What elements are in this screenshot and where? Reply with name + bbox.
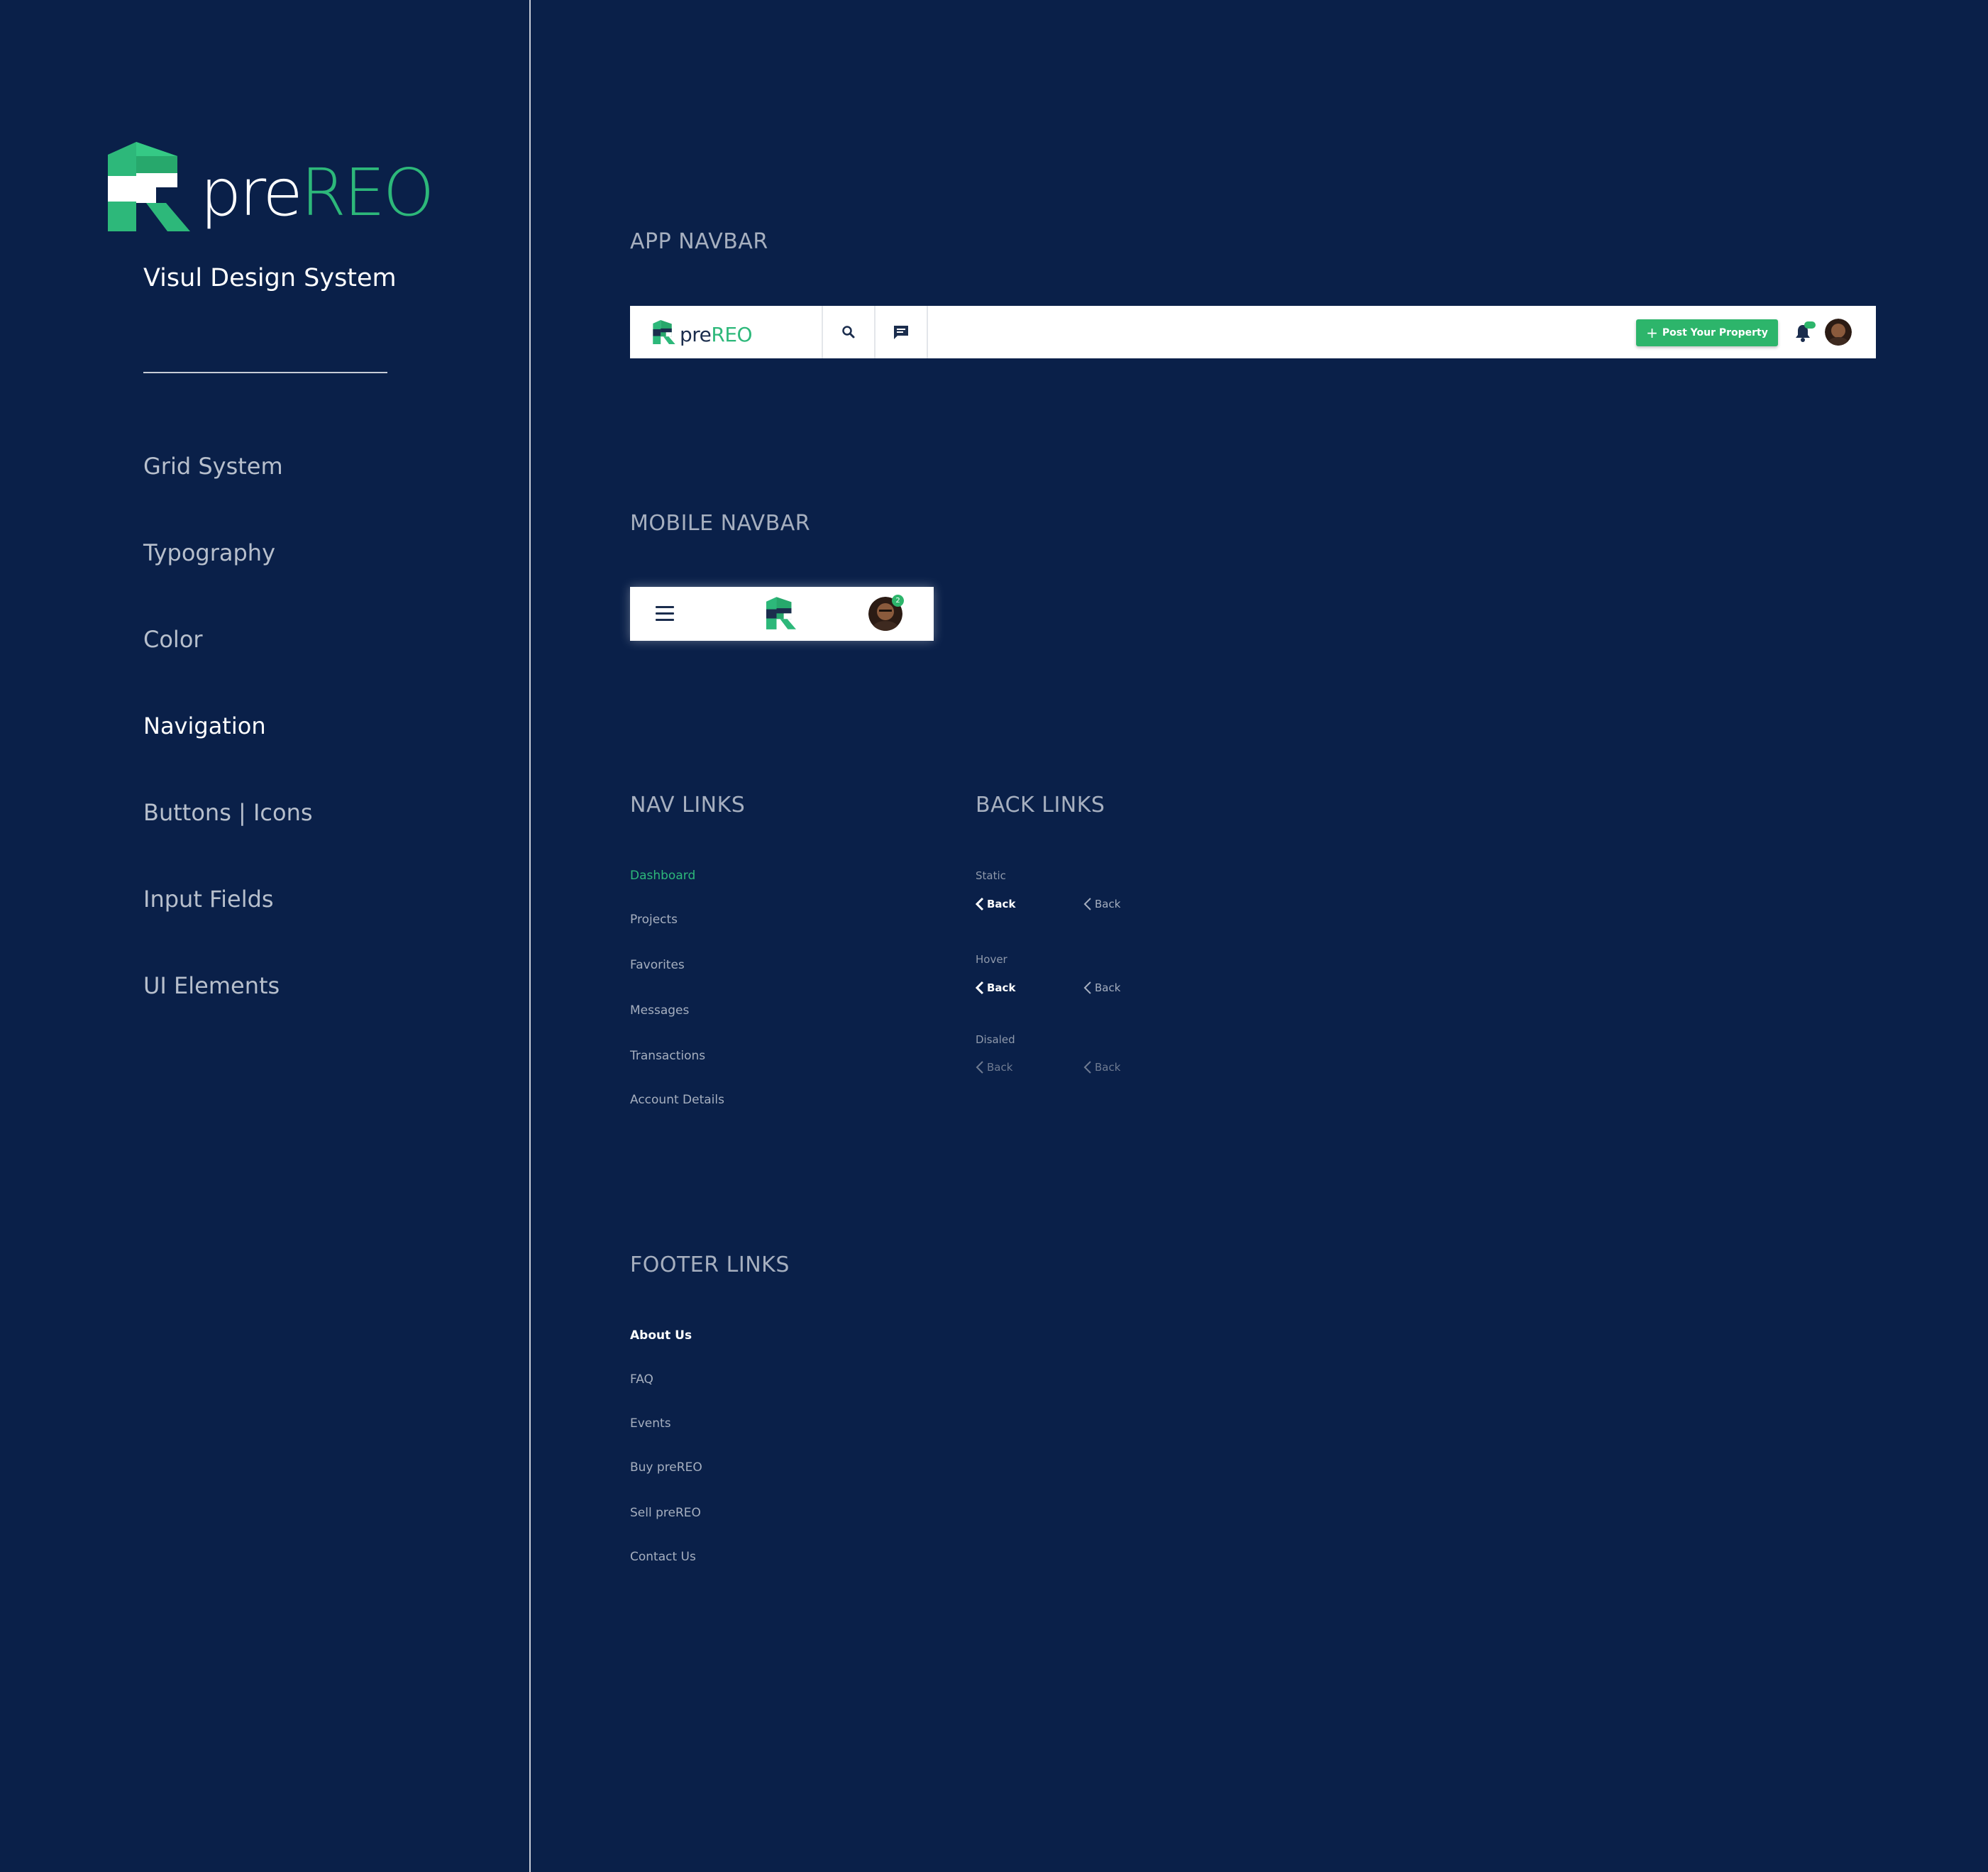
section-title-footer-links: FOOTER LINKS xyxy=(630,1252,790,1277)
state-label-disabled: Disaled xyxy=(976,1033,1015,1046)
section-title-mobile-navbar: MOBILE NAVBAR xyxy=(630,511,811,536)
sidebar-item-buttons-icons[interactable]: Buttons | Icons xyxy=(143,799,313,826)
nav-link-transactions[interactable]: Transactions xyxy=(630,1049,705,1063)
sidebar-divider xyxy=(529,0,531,1872)
page-subtitle: Visul Design System xyxy=(143,264,397,292)
nav-link-account-details[interactable]: Account Details xyxy=(630,1093,724,1107)
back-link-hover[interactable]: Back xyxy=(976,981,1015,995)
message-icon xyxy=(894,326,908,339)
brand-logo: preREO xyxy=(108,142,434,234)
sidebar-item-navigation[interactable]: Navigation xyxy=(143,712,266,739)
back-link-disabled-alt: Back xyxy=(1083,1060,1120,1074)
logo-mark-icon xyxy=(653,320,675,344)
divider xyxy=(143,372,387,373)
footer-link-events[interactable]: Events xyxy=(630,1416,671,1431)
sidebar-item-ui-elements[interactable]: UI Elements xyxy=(143,972,280,999)
navbar-wordmark: preREO xyxy=(680,323,753,346)
mobile-navbar: 2 xyxy=(630,587,934,641)
footer-link-contact-us[interactable]: Contact Us xyxy=(630,1550,696,1564)
footer-link-sell-prereo[interactable]: Sell preREO xyxy=(630,1506,701,1520)
back-link-disabled: Back xyxy=(976,1060,1012,1074)
chevron-left-icon xyxy=(976,1061,983,1074)
footer-link-buy-prereo[interactable]: Buy preREO xyxy=(630,1460,702,1475)
chevron-left-icon xyxy=(1083,981,1091,994)
sidebar-item-grid-system[interactable]: Grid System xyxy=(143,453,283,480)
navbar-brand[interactable]: preREO xyxy=(630,306,823,358)
sidebar-item-input-fields[interactable]: Input Fields xyxy=(143,886,274,913)
brand-wordmark: preREO xyxy=(200,155,434,231)
footer-link-about-us[interactable]: About Us xyxy=(630,1328,692,1343)
section-title-nav-links: NAV LINKS xyxy=(630,793,746,817)
nav-link-messages[interactable]: Messages xyxy=(630,1003,689,1018)
section-title-app-navbar: APP NAVBAR xyxy=(630,229,768,254)
nav-link-projects[interactable]: Projects xyxy=(630,913,678,927)
notification-badge: 2 xyxy=(892,595,904,607)
sidebar-item-typography[interactable]: Typography xyxy=(143,539,275,566)
back-link-static[interactable]: Back xyxy=(976,897,1015,911)
app-navbar: preREO + Post Your Property xyxy=(630,306,1876,358)
sidebar: preREO Visul Design System Grid System T… xyxy=(0,0,529,1872)
logo-mark-icon xyxy=(108,142,190,231)
footer-link-faq[interactable]: FAQ xyxy=(630,1372,653,1387)
messages-button[interactable] xyxy=(876,306,928,358)
state-label-hover: Hover xyxy=(976,953,1007,966)
nav-link-dashboard[interactable]: Dashboard xyxy=(630,869,695,883)
state-label-static: Static xyxy=(976,869,1006,882)
chevron-left-icon xyxy=(976,981,984,995)
post-property-button[interactable]: + Post Your Property xyxy=(1636,319,1778,346)
nav-link-favorites[interactable]: Favorites xyxy=(630,958,685,972)
chevron-left-icon xyxy=(1083,898,1091,910)
section-title-back-links: BACK LINKS xyxy=(976,793,1105,817)
sidebar-item-color[interactable]: Color xyxy=(143,626,203,653)
post-property-label: Post Your Property xyxy=(1662,327,1768,338)
chevron-left-icon xyxy=(1083,1061,1091,1074)
notification-badge xyxy=(1804,321,1816,329)
plus-icon: + xyxy=(1646,324,1658,341)
avatar[interactable] xyxy=(1825,319,1852,346)
search-button[interactable] xyxy=(823,306,876,358)
menu-icon[interactable] xyxy=(656,606,674,622)
logo-mark-icon[interactable] xyxy=(766,597,796,629)
back-link-hover-alt[interactable]: Back xyxy=(1083,981,1120,995)
chevron-left-icon xyxy=(976,897,984,911)
back-link-static-alt[interactable]: Back xyxy=(1083,897,1120,911)
search-icon xyxy=(842,326,855,338)
